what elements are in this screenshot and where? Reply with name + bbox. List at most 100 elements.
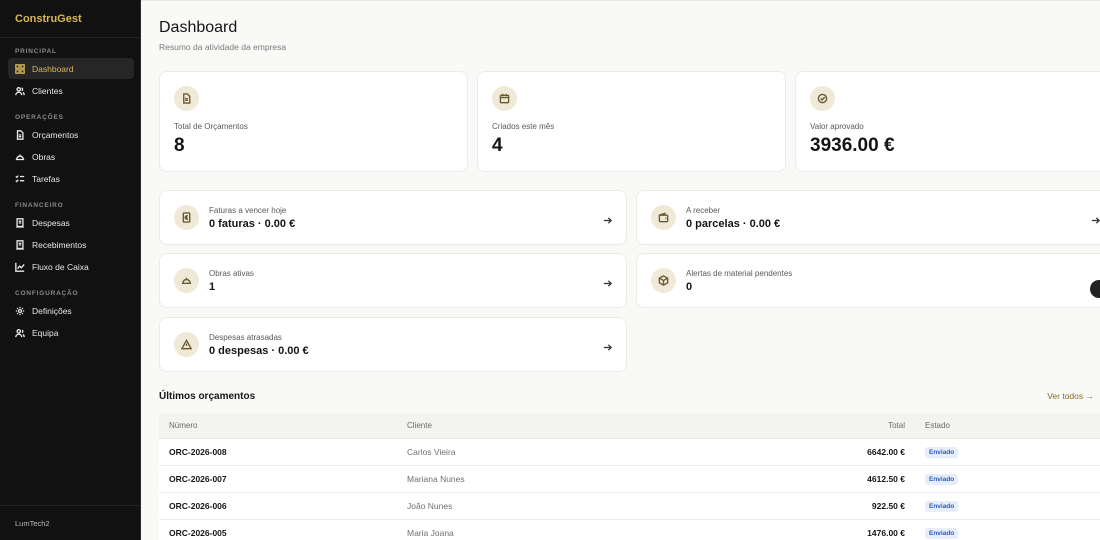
- stat-card-total-orcamentos: Total de Orçamentos 8: [159, 71, 468, 172]
- card-value: 0 faturas · 0.00 €: [209, 218, 296, 230]
- sidebar-item-despesas[interactable]: Despesas: [8, 212, 134, 233]
- sidebar-item-label: Despesas: [32, 217, 70, 228]
- sidebar-item-fluxo-de-caixa[interactable]: Fluxo de Caixa: [8, 256, 134, 277]
- helmet-icon: [174, 268, 199, 293]
- card-value: 0: [686, 281, 693, 293]
- section-label-financeiro: FINANCEIRO: [15, 202, 64, 209]
- cell-cliente: Carlos Vieira: [407, 447, 456, 457]
- sidebar-item-dashboard[interactable]: Dashboard: [8, 58, 134, 79]
- stat-card-criados-este-mes: Criados este mês 4: [477, 71, 786, 172]
- cell-cliente: Maria Joana: [407, 528, 454, 538]
- stat-value: 3936.00 €: [810, 135, 895, 156]
- card-value: 1: [209, 281, 216, 293]
- page-subtitle: Resumo da atividade da empresa: [159, 42, 287, 52]
- column-header-total[interactable]: Total: [797, 421, 907, 430]
- warning-icon: [174, 332, 199, 357]
- sidebar-item-label: Fluxo de Caixa: [32, 261, 89, 272]
- arrow-right-icon: [1091, 212, 1100, 224]
- card-value: 0 despesas · 0.00 €: [209, 345, 309, 357]
- card-obras-ativas[interactable]: Obras ativas 1: [159, 253, 627, 308]
- sidebar-item-orcamentos[interactable]: Orçamentos: [8, 124, 134, 145]
- check-circle-icon: [810, 86, 835, 111]
- calendar-icon: [492, 86, 517, 111]
- helmet-icon: [15, 152, 25, 162]
- stat-value: 8: [174, 135, 185, 156]
- table-row[interactable]: ORC-2026-007 Mariana Nunes 4612.50 € Env…: [159, 466, 1100, 493]
- section-label-operacoes: OPERAÇÕES: [15, 114, 64, 121]
- gear-icon: [15, 306, 25, 316]
- table-row[interactable]: ORC-2026-008 Carlos Vieira 6642.00 € Env…: [159, 439, 1100, 466]
- wallet-icon: [651, 205, 676, 230]
- column-header-cliente[interactable]: Cliente: [397, 421, 797, 430]
- sidebar-item-clientes[interactable]: Clientes: [8, 80, 134, 101]
- invoice-icon: [174, 205, 199, 230]
- sidebar-item-label: Obras: [32, 151, 56, 162]
- file-icon: [15, 129, 25, 140]
- cell-cliente: João Nunes: [407, 501, 453, 511]
- cell-numero: ORC-2026-008: [169, 447, 227, 457]
- sidebar-item-tarefas[interactable]: Tarefas: [8, 168, 134, 189]
- cell-numero: ORC-2026-006: [169, 501, 227, 511]
- sidebar-item-definicoes[interactable]: Definições: [8, 300, 134, 321]
- stat-value: 4: [492, 135, 503, 156]
- table-row[interactable]: ORC-2026-005 Maria Joana 1476.00 € Envia…: [159, 520, 1100, 540]
- brand-logo[interactable]: ConstruGest: [0, 0, 140, 38]
- quotes-table: Número Cliente Total Estado ORC-2026-008…: [159, 413, 1100, 540]
- stat-card-valor-aprovado: Valor aprovado 3936.00 €: [795, 71, 1100, 172]
- page-title: Dashboard: [159, 19, 238, 36]
- card-value: 0 parcelas · 0.00 €: [686, 218, 781, 230]
- card-despesas-atrasadas[interactable]: Despesas atrasadas 0 despesas · 0.00 €: [159, 317, 627, 372]
- cell-cliente: Mariana Nunes: [407, 474, 465, 484]
- document-icon: [174, 86, 199, 111]
- sidebar-item-equipa[interactable]: Equipa: [8, 322, 134, 343]
- sidebar-footer-user[interactable]: LumTech2: [0, 505, 140, 540]
- table-row[interactable]: ORC-2026-006 João Nunes 922.50 € Enviado: [159, 493, 1100, 520]
- sidebar-item-label: Tarefas: [32, 173, 60, 184]
- status-badge: Enviado: [925, 474, 959, 485]
- sidebar-item-label: Orçamentos: [32, 129, 79, 140]
- receipt-icon: [15, 217, 25, 228]
- card-label: Alertas de material pendentes: [686, 269, 793, 278]
- cell-estado: Enviado: [907, 446, 1100, 458]
- section-title-ultimos-orcamentos: Últimos orçamentos: [159, 391, 256, 402]
- sidebar-item-label: Definições: [32, 305, 72, 316]
- cell-total: 922.50 €: [871, 501, 905, 511]
- sidebar-item-obras[interactable]: Obras: [8, 146, 134, 167]
- card-label: A receber: [686, 206, 721, 215]
- table-header: Número Cliente Total Estado: [159, 413, 1100, 439]
- section-label-configuracao: CONFIGURAÇÃO: [15, 290, 79, 297]
- arrow-right-icon: [603, 339, 613, 351]
- column-header-numero[interactable]: Número: [159, 421, 397, 430]
- card-a-receber[interactable]: A receber 0 parcelas · 0.00 €: [636, 190, 1100, 245]
- card-label: Faturas a vencer hoje: [209, 206, 287, 215]
- card-label: Despesas atrasadas: [209, 333, 282, 342]
- sidebar-item-recebimentos[interactable]: Recebimentos: [8, 234, 134, 255]
- checklist-icon: [15, 174, 25, 184]
- users-icon: [15, 86, 25, 96]
- status-badge: Enviado: [925, 501, 959, 512]
- chart-icon: [15, 262, 25, 272]
- stat-label: Valor aprovado: [810, 122, 864, 131]
- column-header-estado[interactable]: Estado: [907, 421, 1100, 430]
- cell-numero: ORC-2026-005: [169, 528, 227, 538]
- status-badge: Enviado: [925, 447, 959, 458]
- sidebar-item-label: Equipa: [32, 327, 59, 338]
- arrow-right-icon: [603, 275, 613, 287]
- cell-total: 4612.50 €: [867, 474, 905, 484]
- grid-icon: [15, 63, 25, 74]
- cell-estado: Enviado: [907, 500, 1100, 512]
- main-content: Dashboard Resumo da atividade da empresa…: [141, 0, 1100, 540]
- card-label: Obras ativas: [209, 269, 254, 278]
- section-label-principal: PRINCIPAL: [15, 48, 57, 55]
- card-alertas-material[interactable]: Alertas de material pendentes 0: [636, 253, 1100, 308]
- cell-total: 6642.00 €: [867, 447, 905, 457]
- status-badge: Enviado: [925, 528, 959, 539]
- arrow-right-icon: [603, 212, 613, 224]
- card-faturas-a-vencer[interactable]: Faturas a vencer hoje 0 faturas · 0.00 €: [159, 190, 627, 245]
- team-icon: [15, 328, 25, 338]
- see-all-link[interactable]: Ver todos →: [1047, 391, 1100, 401]
- cell-estado: Enviado: [907, 527, 1100, 539]
- sidebar: ConstruGest PRINCIPAL Dashboard Clientes…: [0, 0, 141, 540]
- sidebar-item-label: Dashboard: [32, 63, 74, 74]
- sidebar-item-label: Clientes: [32, 85, 63, 96]
